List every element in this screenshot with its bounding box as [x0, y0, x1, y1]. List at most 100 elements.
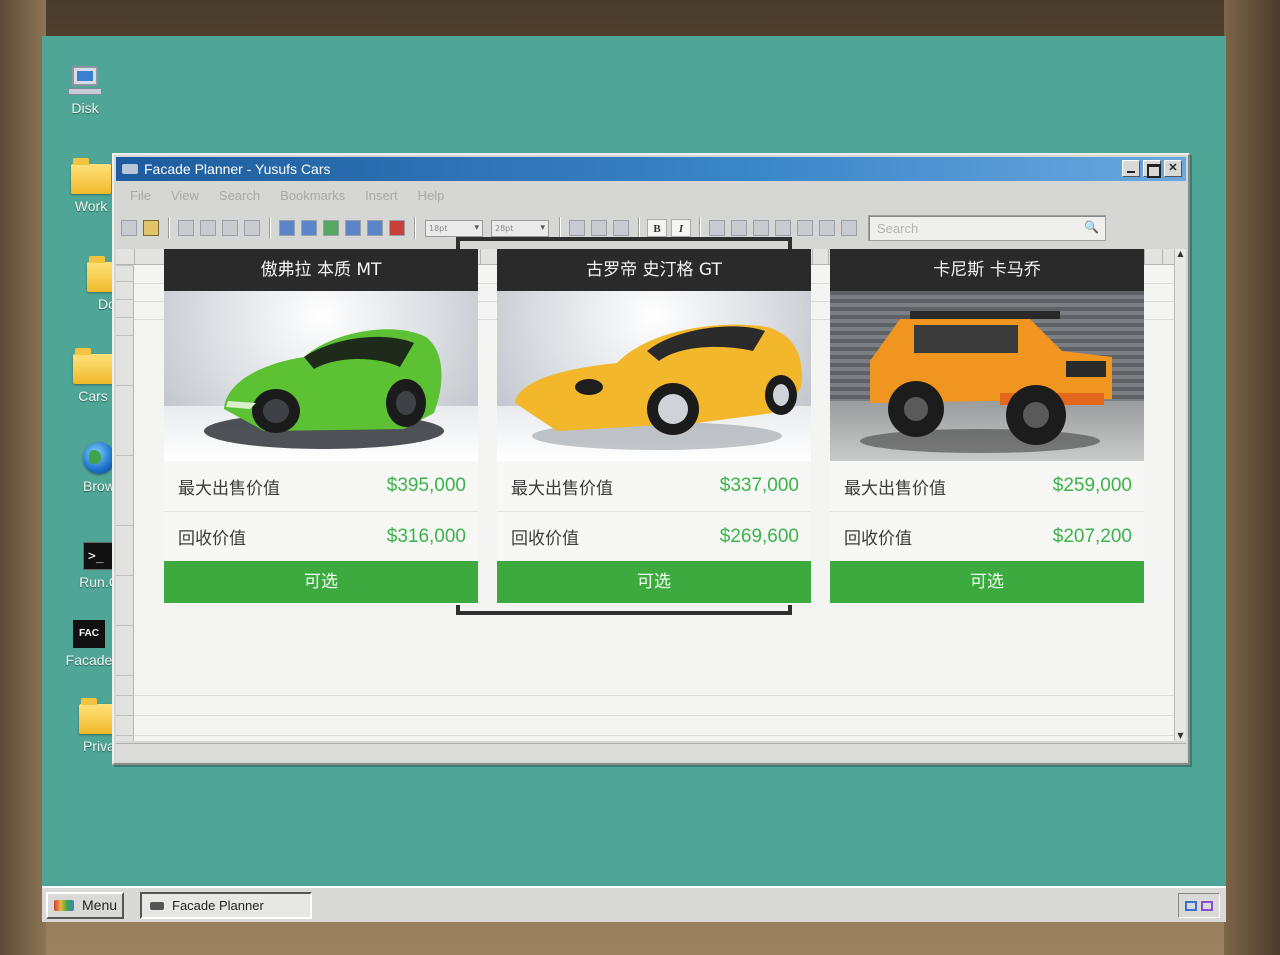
delete-block-icon[interactable] [389, 220, 405, 236]
green-hypercar-image [204, 329, 444, 449]
max-sell-label: 最大出售价值 [844, 478, 946, 499]
vehicle-name: 卡尼斯 卡马乔 [830, 249, 1144, 291]
desktop-icon-label: Disk [71, 100, 99, 116]
list-icon[interactable] [709, 220, 725, 236]
facade-icon: FAC [73, 620, 105, 648]
max-sell-label: 最大出售价值 [178, 478, 280, 499]
new-file-icon[interactable] [121, 220, 137, 236]
vehicle-card-selected: 古罗帝 史汀格 GT 最大出售价值 $337,000 回收价值 $269,600… [497, 249, 811, 605]
menu-search[interactable]: Search [209, 185, 270, 207]
buyback-value: $316,000 [386, 525, 466, 547]
vehicle-card: 傲弗拉 本质 MT 最大出售价值 $395,000 回收价值 $316,000 … [164, 249, 478, 605]
minimize-button[interactable] [1122, 160, 1140, 177]
search-icon[interactable]: 🔍 [1084, 220, 1099, 234]
copy-icon[interactable] [222, 220, 238, 236]
start-menu-button[interactable]: Menu [46, 892, 124, 919]
grid-line [134, 735, 1174, 736]
system-tray [1178, 893, 1220, 918]
select-vehicle-button[interactable]: 可选 [497, 561, 811, 603]
insert-image-icon[interactable] [323, 220, 339, 236]
window-titlebar[interactable]: Facade Planner - Yusufs Cars [116, 157, 1186, 181]
display-icon[interactable] [1185, 900, 1197, 911]
desktop-icon-label: Facade [65, 652, 113, 668]
max-sell-row: 最大出售价值 $337,000 [497, 461, 811, 511]
select-vehicle-button[interactable]: 可选 [830, 561, 1144, 603]
buyback-value: $269,600 [719, 525, 799, 547]
desktop-icon-label: Brow [83, 478, 115, 494]
menu-view[interactable]: View [161, 185, 209, 207]
desktop-screen: Disk Work Do Cars Brow >_ Run.C FAC Faca… [42, 36, 1226, 922]
toolbar-separator [699, 217, 700, 239]
search-placeholder: Search [877, 221, 919, 236]
paste-icon[interactable] [244, 220, 260, 236]
desktop-icon-disk[interactable]: Disk [50, 66, 120, 116]
close-button[interactable] [1164, 160, 1182, 177]
app-icon [122, 164, 138, 174]
folder-icon [71, 158, 111, 194]
max-sell-value: $259,000 [1052, 475, 1132, 496]
toolbar-separator [168, 217, 169, 239]
buyback-label: 回收价值 [178, 529, 246, 549]
buyback-row: 回收价值 $269,600 [497, 511, 811, 561]
menu-bookmarks[interactable]: Bookmarks [270, 185, 355, 207]
vehicle-photo [497, 291, 811, 461]
print-preview-icon[interactable] [200, 220, 216, 236]
desktop-icon-label: Priva [83, 738, 115, 754]
scroll-up-icon[interactable]: ▲ [1175, 249, 1186, 259]
bold-button[interactable]: B [647, 219, 667, 237]
buyback-row: 回收价值 $316,000 [164, 511, 478, 561]
buyback-label: 回收价值 [844, 529, 912, 549]
menu-bar: File View Search Bookmarks Insert Help [120, 185, 454, 207]
spacing-icon[interactable] [613, 220, 629, 236]
max-sell-label: 最大出售价值 [511, 478, 613, 499]
terminal-icon: >_ [83, 542, 115, 570]
vehicle-photo [830, 291, 1144, 461]
select-vehicle-button[interactable]: 可选 [164, 561, 478, 603]
scroll-down-icon[interactable]: ▼ [1175, 731, 1186, 741]
align-left-icon[interactable] [731, 220, 747, 236]
grid-line [134, 715, 1174, 716]
buyback-label: 回收价值 [511, 529, 579, 549]
layout-grid-icon[interactable] [367, 220, 383, 236]
row-header [116, 265, 134, 741]
vehicle-card: 卡尼斯 卡马乔 最大出售价值 $259,000 回收价值 $207,200 可选 [830, 249, 1144, 605]
layout-top-icon[interactable] [345, 220, 361, 236]
globe-icon [83, 442, 115, 474]
align-top-icon[interactable] [819, 220, 835, 236]
toolbar-separator [269, 217, 270, 239]
toolbar-separator [414, 217, 415, 239]
page-icon[interactable] [178, 220, 194, 236]
window-switch-icon[interactable] [1201, 900, 1213, 911]
justify-icon[interactable] [797, 220, 813, 236]
layout-left-icon[interactable] [279, 220, 295, 236]
search-input[interactable]: Search 🔍 [868, 215, 1106, 241]
font-size-select[interactable]: 18pt [425, 219, 483, 237]
line-size-select[interactable]: 28pt [491, 219, 549, 237]
indent-icon[interactable] [569, 220, 585, 236]
layout-center-icon[interactable] [301, 220, 317, 236]
grid-line [134, 695, 1174, 696]
align-center-icon[interactable] [753, 220, 769, 236]
menu-file[interactable]: File [120, 185, 161, 207]
align-right-icon[interactable] [775, 220, 791, 236]
vehicle-name: 傲弗拉 本质 MT [164, 249, 478, 291]
menu-insert[interactable]: Insert [355, 185, 408, 207]
toolbar-separator [559, 217, 560, 239]
buyback-row: 回收价值 $207,200 [830, 511, 1144, 561]
vertical-scrollbar[interactable]: ▲ ▼ [1174, 249, 1186, 741]
maximize-button[interactable] [1143, 160, 1161, 178]
orange-offroad-truck-image [860, 311, 1112, 453]
align-middle-icon[interactable] [841, 220, 857, 236]
outdent-icon[interactable] [591, 220, 607, 236]
toolbar-separator [638, 217, 639, 239]
save-icon[interactable] [143, 220, 159, 236]
max-sell-value: $337,000 [719, 475, 799, 496]
yellow-classic-car-image [515, 324, 802, 450]
max-sell-row: 最大出售价值 $259,000 [830, 461, 1144, 511]
taskbar-item-facade-planner[interactable]: Facade Planner [140, 892, 312, 919]
max-sell-row: 最大出售价值 $395,000 [164, 461, 478, 511]
italic-button[interactable]: I [671, 219, 691, 237]
horizontal-scrollbar[interactable] [116, 743, 1186, 761]
desktop-icon-label: Cars [78, 388, 108, 404]
menu-help[interactable]: Help [408, 185, 455, 207]
